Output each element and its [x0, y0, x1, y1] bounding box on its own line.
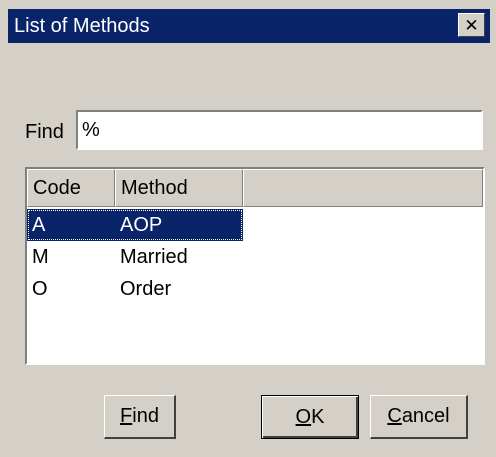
cell-code: O — [32, 278, 48, 300]
find-input[interactable]: % — [76, 110, 483, 150]
close-icon: ✕ — [464, 15, 479, 35]
column-header-blank[interactable] — [243, 169, 483, 207]
find-button[interactable]: Find — [104, 395, 176, 439]
cancel-button-mnemonic: C — [387, 405, 402, 427]
ok-button-mnemonic: O — [295, 405, 312, 428]
close-button[interactable]: ✕ — [458, 13, 485, 37]
find-button-mnemonic: F — [120, 405, 133, 427]
table-row[interactable]: A AOP — [27, 209, 483, 241]
table-row[interactable]: O Order — [27, 273, 483, 305]
cell-code: M — [32, 246, 49, 268]
find-input-value: % — [82, 119, 100, 141]
ok-button[interactable]: OK — [261, 395, 359, 439]
find-label: Find — [25, 121, 64, 143]
table-row[interactable]: M Married — [27, 241, 483, 273]
title-bar-active[interactable]: List of Methods ✕ — [8, 9, 490, 43]
window-title: List of Methods — [14, 15, 150, 37]
cell-method: Order — [120, 278, 172, 300]
cell-method: Married — [120, 246, 188, 268]
column-header-method[interactable]: Method — [115, 169, 243, 207]
list-header: Code Method — [27, 169, 483, 207]
cancel-button[interactable]: Cancel — [370, 395, 468, 439]
column-header-code[interactable]: Code — [27, 169, 115, 207]
cell-code: A — [32, 214, 46, 236]
methods-list[interactable]: Code Method A AOP M Married O Order — [25, 167, 485, 365]
cell-method: AOP — [120, 214, 163, 236]
ok-button-label: K — [311, 405, 325, 428]
title-bar[interactable]: List of Methods ✕ — [0, 0, 496, 50]
find-button-label: ind — [132, 405, 159, 427]
cancel-button-label: ancel — [401, 405, 450, 427]
